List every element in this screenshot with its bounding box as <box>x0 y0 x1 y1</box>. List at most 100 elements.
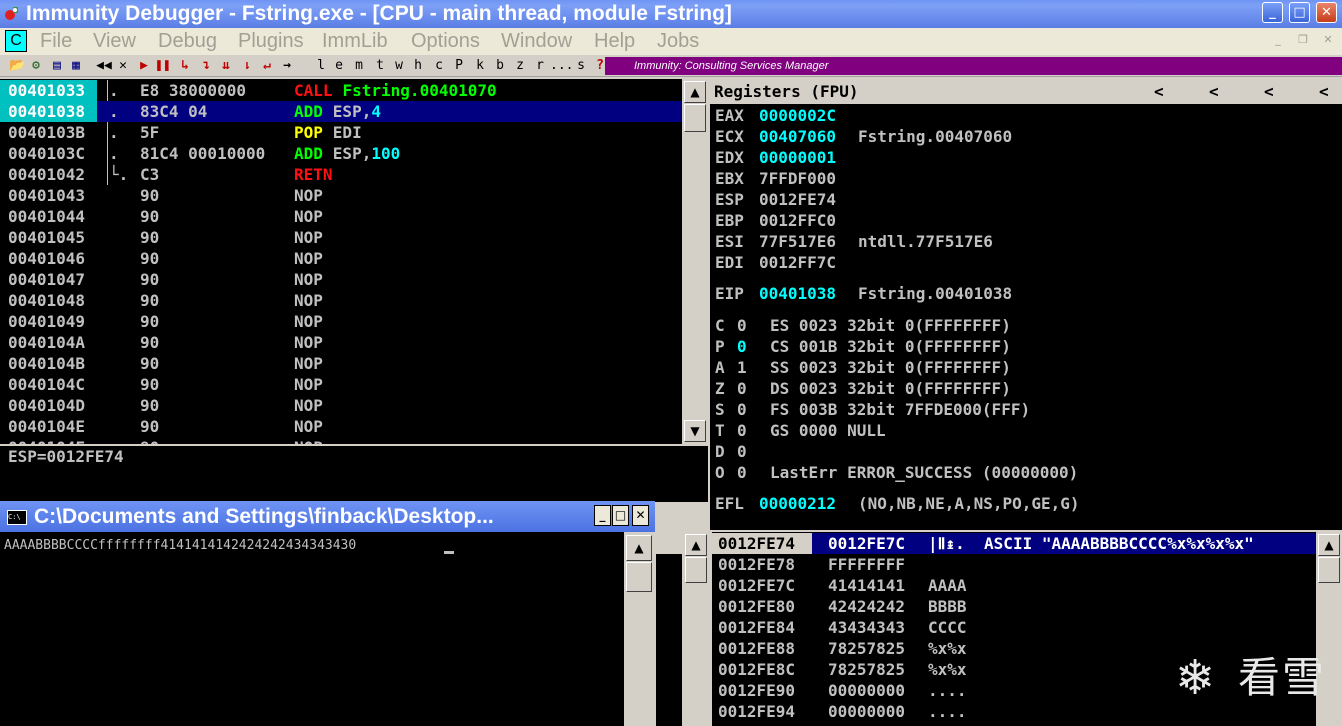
toolbar-button-b[interactable]: b <box>492 57 508 74</box>
stack-row[interactable]: 0012FE90 00000000.... <box>712 680 1316 701</box>
flag-value[interactable]: 0 <box>737 399 747 420</box>
console-scroll-thumb[interactable] <box>626 562 652 592</box>
disasm-row[interactable]: 0040104B 90 NOP <box>0 353 682 374</box>
minimize-button[interactable]: _ <box>1262 2 1283 23</box>
flag-value[interactable]: 0 <box>737 420 747 441</box>
disasm-row[interactable]: 00401048 90 NOP <box>0 290 682 311</box>
toolbar-button-P[interactable]: P <box>451 57 467 74</box>
console-output-area[interactable] <box>0 532 624 726</box>
stack-scroll-thumb[interactable] <box>1318 557 1340 583</box>
disasm-row[interactable]: 0040103C. 81C4 00010000 ADD ESP,100 <box>0 143 682 164</box>
disasm-row[interactable]: 00401042 └. C3 RETN <box>0 164 682 185</box>
close-button[interactable]: ✕ <box>1316 2 1337 23</box>
menu-view[interactable]: View <box>93 28 136 55</box>
collapse-arrow-icon[interactable]: < <box>1209 80 1219 104</box>
cpu-window-icon[interactable]: C <box>5 30 27 52</box>
rewind-icon[interactable]: ◀◀ <box>94 57 114 74</box>
step-into-icon[interactable]: ↳ <box>176 57 194 74</box>
maximize-button[interactable]: □ <box>1289 2 1310 23</box>
toolbar-button-l[interactable]: l <box>313 57 329 74</box>
menu-options[interactable]: Options <box>411 28 480 55</box>
flag-value[interactable]: 0 <box>737 315 747 336</box>
menu-file[interactable]: File <box>40 28 72 55</box>
disasm-row[interactable]: 00401047 90 NOP <box>0 269 682 290</box>
toolbar-button-t[interactable]: t <box>372 57 388 74</box>
goto-icon[interactable]: → <box>278 57 296 74</box>
stack-row[interactable]: 0012FE74 0012FE7C |Ⅱ↨. ASCII "AAAABBBBCCCC… <box>712 533 1316 554</box>
mdi-minimize-icon[interactable]: _ <box>1270 33 1286 47</box>
toolbar-button-more[interactable]: ... <box>550 57 573 74</box>
mdi-close-icon[interactable]: ✕ <box>1320 33 1336 47</box>
register-value[interactable]: 00407060 <box>759 126 836 147</box>
registers-header-title[interactable]: Registers (FPU) <box>714 80 859 104</box>
dump-scroll-thumb[interactable] <box>685 557 707 583</box>
register-value[interactable]: 0012FFC0 <box>759 210 836 231</box>
stack-scroll-up-button[interactable]: ▲ <box>1318 534 1340 556</box>
disasm-row[interactable]: 00401043 90 NOP <box>0 185 682 206</box>
disasm-row[interactable]: 0040103B. 5F POP EDI <box>0 122 682 143</box>
disasm-scroll-up-button[interactable]: ▲ <box>684 81 706 103</box>
grid-icon[interactable]: ▦ <box>68 57 84 74</box>
toolbar-button-s[interactable]: s <box>573 57 589 74</box>
collapse-arrow-icon[interactable]: < <box>1264 80 1274 104</box>
console-minimize-button[interactable]: _ <box>594 505 611 526</box>
stack-row[interactable]: 0012FE80 42424242 BBBB <box>712 596 1316 617</box>
list-icon[interactable]: ▤ <box>49 57 65 74</box>
stack-row[interactable]: 0012FE8C 78257825 %x%x <box>712 659 1316 680</box>
stack-row[interactable]: 0012FE88 78257825 %x%x <box>712 638 1316 659</box>
dump-scroll-up-button[interactable]: ▲ <box>685 534 707 556</box>
disasm-scroll-down-button[interactable]: ▼ <box>684 420 706 442</box>
toolbar-button-k[interactable]: k <box>472 57 488 74</box>
disasm-row[interactable]: 00401038. 83C4 04 ADD ESP,4 <box>0 101 682 122</box>
trace-into-icon[interactable]: ⇊ <box>217 57 235 74</box>
disasm-row[interactable]: 00401045 90 NOP <box>0 227 682 248</box>
eip-value[interactable]: 00401038 <box>759 283 836 304</box>
register-value[interactable]: 7FFDF000 <box>759 168 836 189</box>
flag-value[interactable]: 0 <box>737 378 747 399</box>
disasm-row[interactable]: 0040104F 90 NOP <box>0 437 682 444</box>
disasm-row[interactable]: 00401033. E8 38000000 CALL Fstring.00401070 <box>0 80 682 101</box>
plugin-icon[interactable]: ⚙ <box>27 57 45 74</box>
stack-row[interactable]: 0012FE78 FFFFFFFF <box>712 554 1316 575</box>
toolbar-button-r[interactable]: r <box>532 57 548 74</box>
menu-plugins[interactable]: Plugins <box>238 28 304 55</box>
disasm-row[interactable]: 0040104A 90 NOP <box>0 332 682 353</box>
console-close-button[interactable]: ✕ <box>632 505 649 526</box>
step-over-icon[interactable]: ↴ <box>197 57 215 74</box>
disasm-row[interactable]: 0040104E 90 NOP <box>0 416 682 437</box>
flag-value[interactable]: 1 <box>737 357 747 378</box>
open-icon[interactable]: 📂 <box>9 57 25 74</box>
menu-help[interactable]: Help <box>594 28 635 55</box>
stack-row[interactable]: 0012FE94 00000000.... <box>712 701 1316 722</box>
efl-value[interactable]: 00000212 <box>759 493 836 514</box>
disasm-scrollbar[interactable] <box>682 79 708 445</box>
stack-row[interactable]: 0012FE7C 41414141 AAAA <box>712 575 1316 596</box>
disasm-row[interactable]: 00401044 90 NOP <box>0 206 682 227</box>
menu-jobs[interactable]: Jobs <box>657 28 699 55</box>
register-value[interactable]: 00000001 <box>759 147 836 168</box>
stack-row[interactable]: 0012FE84 43434343 CCCC <box>712 617 1316 638</box>
flag-value[interactable]: 0 <box>737 462 747 483</box>
console-scroll-up-button[interactable]: ▲ <box>626 535 652 561</box>
menu-immlib[interactable]: ImmLib <box>322 28 388 55</box>
toolbar-button-c[interactable]: c <box>431 57 447 74</box>
register-value[interactable]: 0012FE74 <box>759 189 836 210</box>
flag-value[interactable]: 0 <box>737 336 747 357</box>
disasm-row[interactable]: 0040104C 90 NOP <box>0 374 682 395</box>
toolbar-button-m[interactable]: m <box>351 57 367 74</box>
toolbar-button-w[interactable]: w <box>391 57 407 74</box>
trace-over-icon[interactable]: ⇂ <box>238 57 256 74</box>
close-process-icon[interactable]: ✕ <box>115 57 131 74</box>
menu-debug[interactable]: Debug <box>158 28 217 55</box>
mdi-restore-icon[interactable]: ❐ <box>1295 33 1311 47</box>
toolbar-button-e[interactable]: e <box>331 57 347 74</box>
toolbar-button-z[interactable]: z <box>512 57 528 74</box>
register-value[interactable]: 0000002C <box>759 105 836 126</box>
toolbar-button-h[interactable]: h <box>410 57 426 74</box>
disasm-row[interactable]: 0040104D 90 NOP <box>0 395 682 416</box>
disasm-row[interactable]: 00401049 90 NOP <box>0 311 682 332</box>
disasm-scroll-thumb[interactable] <box>684 104 706 132</box>
flag-value[interactable]: 0 <box>737 441 747 462</box>
disasm-row[interactable]: 00401046 90 NOP <box>0 248 682 269</box>
menu-window[interactable]: Window <box>501 28 572 55</box>
